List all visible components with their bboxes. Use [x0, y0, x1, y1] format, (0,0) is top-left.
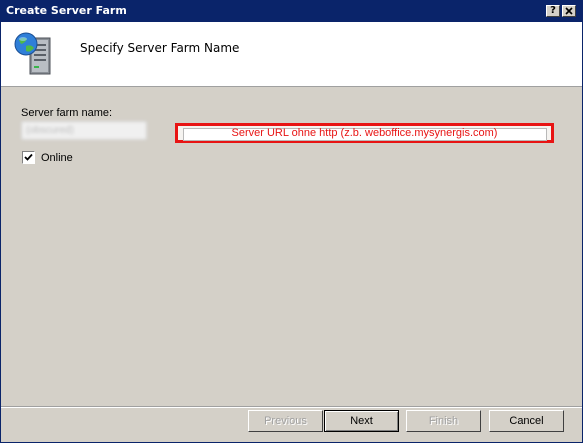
wizard-header: Specify Server Farm Name [1, 22, 582, 87]
create-server-farm-dialog: Create Server Farm ? Specify Server Farm… [0, 0, 583, 443]
help-button[interactable]: ? [546, 5, 560, 17]
annotation-callout: Server URL ohne http (z.b. weboffice.mys… [175, 123, 554, 143]
server-farm-name-input[interactable]: (obscured) [21, 121, 147, 140]
finish-button[interactable]: Finish [406, 410, 481, 432]
online-checkbox[interactable] [22, 151, 35, 164]
previous-button[interactable]: Previous [248, 410, 323, 432]
title-bar[interactable]: Create Server Farm ? [1, 1, 582, 22]
window-title: Create Server Farm [6, 4, 127, 17]
server-globe-icon [14, 32, 51, 75]
close-button[interactable] [562, 5, 576, 17]
close-icon [565, 7, 573, 15]
wizard-content: Server farm name: (obscured) Server URL … [1, 87, 582, 405]
annotation-text: Server URL ohne http (z.b. weboffice.mys… [231, 127, 498, 139]
online-label: Online [41, 152, 73, 164]
page-title: Specify Server Farm Name [80, 41, 240, 55]
cancel-button[interactable]: Cancel [489, 410, 564, 432]
next-button[interactable]: Next [324, 410, 399, 432]
server-farm-name-label: Server farm name: [21, 107, 113, 119]
footer-divider [1, 406, 582, 408]
check-mark-icon [24, 153, 33, 161]
